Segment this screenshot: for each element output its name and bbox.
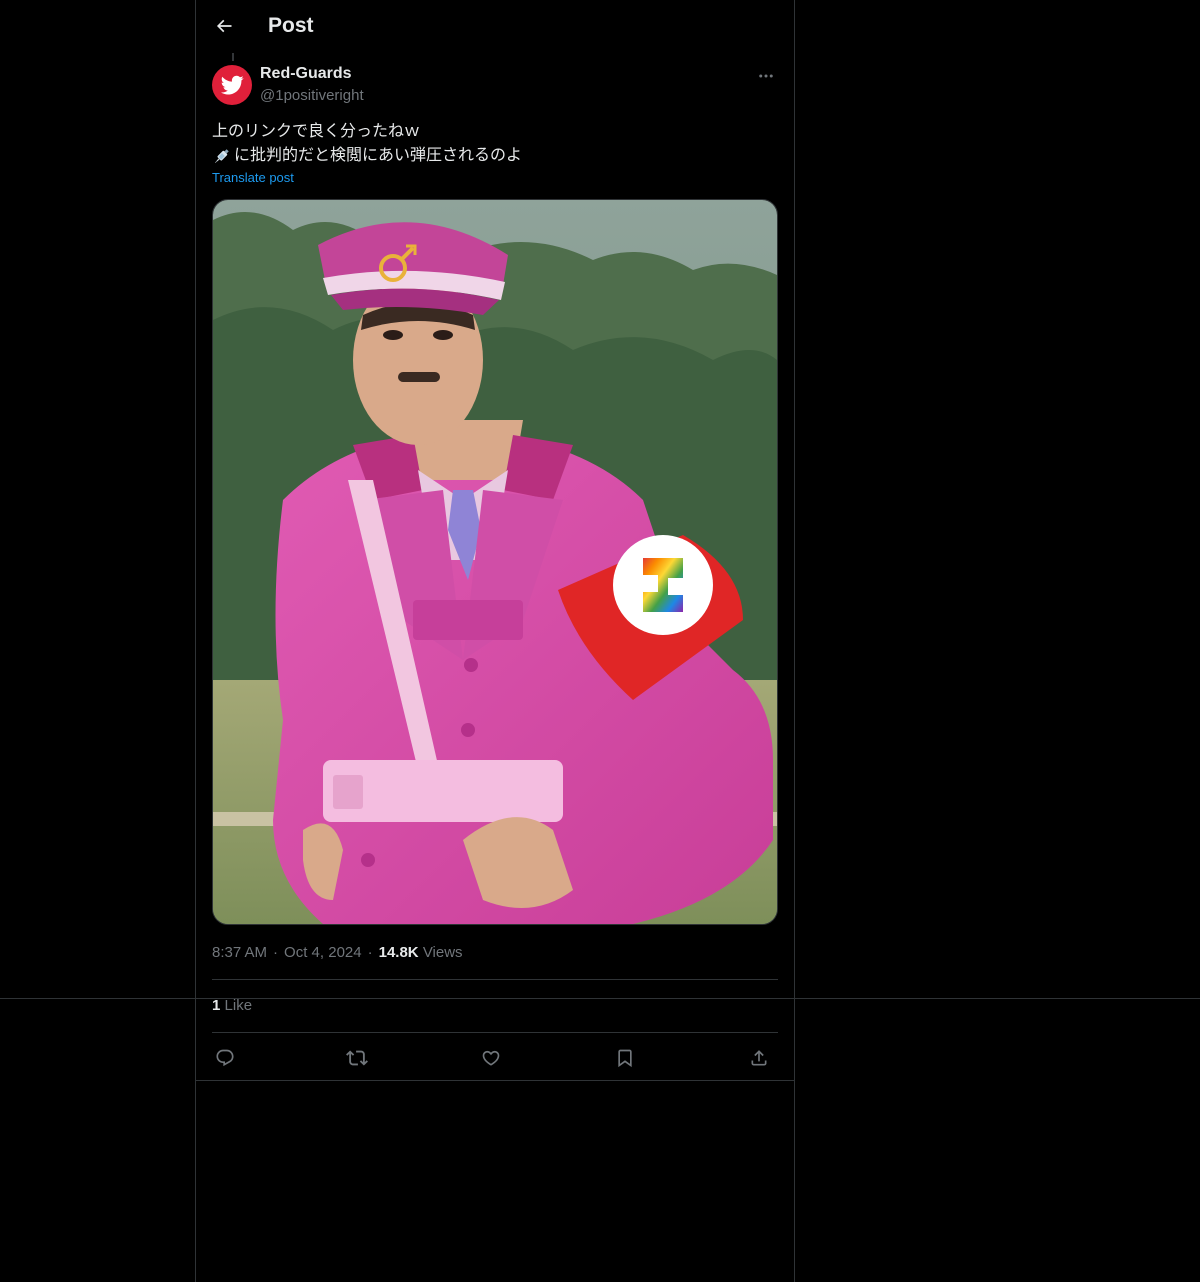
reply-icon bbox=[216, 1049, 234, 1067]
meta-separator: · bbox=[367, 944, 373, 961]
post-meta: 8:37 AM · Oct 4, 2024 · 14.8K Views bbox=[212, 944, 463, 961]
display-name[interactable]: Red-Guards bbox=[260, 65, 352, 83]
divider bbox=[212, 1032, 778, 1033]
post-line-2: に批判的だと検閲にあい弾圧されるのよ bbox=[212, 143, 778, 167]
post-date[interactable]: Oct 4, 2024 bbox=[284, 944, 362, 961]
primary-column: Post Red-Guards @1positiveright 上のリンクで良く… bbox=[195, 0, 795, 1282]
translate-post-link[interactable]: Translate post bbox=[212, 170, 294, 185]
post-time[interactable]: 8:37 AM bbox=[212, 944, 267, 961]
arrow-left-icon bbox=[216, 19, 232, 33]
reply-button[interactable] bbox=[212, 1045, 238, 1071]
avatar[interactable] bbox=[212, 65, 252, 105]
like-icon bbox=[482, 1050, 500, 1066]
back-button[interactable] bbox=[208, 10, 240, 42]
post-image-illustration bbox=[213, 200, 777, 924]
post-image[interactable] bbox=[212, 199, 778, 925]
divider bbox=[212, 979, 778, 980]
bookmark-button[interactable] bbox=[612, 1045, 638, 1071]
share-button[interactable] bbox=[746, 1045, 772, 1071]
divider bbox=[196, 1080, 794, 1081]
action-bar bbox=[212, 1040, 778, 1074]
like-button[interactable] bbox=[478, 1045, 504, 1071]
user-handle[interactable]: @1positiveright bbox=[260, 87, 364, 104]
post-line-1: 上のリンクで良く分ったねｗ bbox=[212, 121, 421, 140]
page-title: Post bbox=[268, 14, 314, 37]
likes-count-link[interactable]: 1 Like bbox=[212, 997, 252, 1014]
syringe-icon bbox=[215, 148, 229, 163]
views-label: Views bbox=[422, 944, 463, 961]
repost-icon bbox=[346, 1050, 368, 1066]
more-icon bbox=[759, 74, 773, 78]
likes-count: 1 bbox=[212, 997, 221, 1014]
post-text: 上のリンクで良く分ったねｗ に批判的だと検閲にあい弾圧されるのよ bbox=[212, 119, 778, 167]
bird-icon bbox=[220, 75, 244, 95]
thread-line bbox=[232, 53, 234, 61]
header: Post bbox=[196, 0, 794, 53]
repost-button[interactable] bbox=[344, 1045, 370, 1071]
meta-separator: · bbox=[273, 944, 279, 961]
share-icon bbox=[751, 1050, 767, 1066]
bookmark-icon bbox=[618, 1049, 632, 1068]
likes-label: Like bbox=[224, 997, 253, 1014]
more-options-button[interactable] bbox=[754, 64, 778, 88]
page: Post Red-Guards @1positiveright 上のリンクで良く… bbox=[0, 0, 1200, 1282]
views-count: 14.8K bbox=[378, 944, 419, 961]
post-author: Red-Guards @1positiveright bbox=[212, 64, 778, 108]
post-line-2-text: に批判的だと検閲にあい弾圧されるのよ bbox=[234, 145, 523, 164]
